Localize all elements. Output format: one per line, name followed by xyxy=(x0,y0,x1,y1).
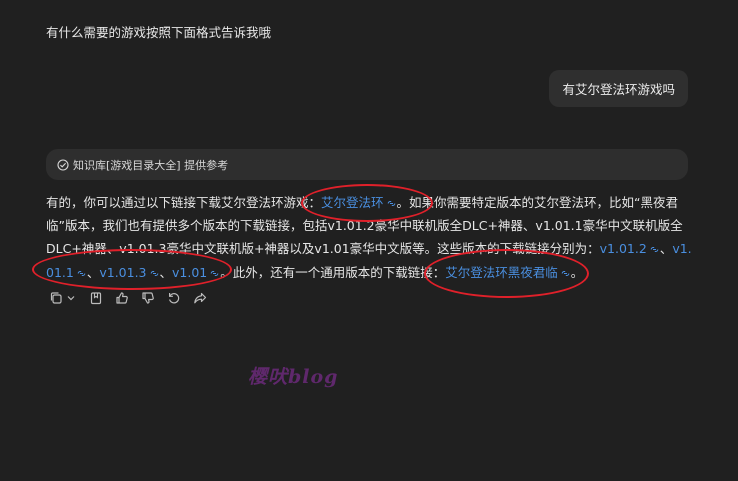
external-link-icon xyxy=(650,238,659,253)
download-link-elden-ring[interactable]: 艾尔登法环 xyxy=(321,195,397,210)
share-icon[interactable] xyxy=(192,290,208,306)
chevron-down-icon[interactable] xyxy=(66,293,76,303)
knowledge-reference-label: 知识库[游戏目录大全] 提供参考 xyxy=(73,158,229,172)
link-label: v1.01.2 xyxy=(599,241,647,257)
thumbs-down-icon[interactable] xyxy=(140,290,156,306)
assistant-answer: 有的，你可以通过以下链接下载艾尔登法环游戏：艾尔登法环 。如果你需要特定版本的艾尔… xyxy=(46,191,692,284)
prompt-text: 有什么需要的游戏按照下面格式告诉我哦 xyxy=(46,25,272,40)
download-link-elden-ring-nightreign[interactable]: 艾尔登法环黑夜君临 xyxy=(445,265,571,280)
external-link-icon xyxy=(210,262,219,276)
link-label: 艾尔登法环黑夜君临 xyxy=(445,264,558,280)
download-link-v1-01-2[interactable]: v1.01.2 xyxy=(600,241,660,256)
user-message-bubble: 有艾尔登法环游戏吗 xyxy=(549,70,688,107)
link-label: v1.01.3 xyxy=(99,264,147,280)
thumbs-up-icon[interactable] xyxy=(114,290,130,306)
external-link-icon xyxy=(561,262,570,276)
answer-separator: 、 xyxy=(659,241,673,257)
answer-text: 。 xyxy=(570,264,584,280)
answer-separator: 、 xyxy=(86,264,100,280)
knowledge-reference-bar[interactable]: 知识库[游戏目录大全] 提供参考 xyxy=(46,149,688,180)
link-label: v1.01 xyxy=(172,264,208,280)
external-link-icon xyxy=(77,262,86,276)
download-link-v1-01-3[interactable]: v1.01.3 xyxy=(99,265,159,280)
copy-menu[interactable] xyxy=(48,290,76,306)
external-link-icon xyxy=(150,262,159,276)
answer-separator: 、 xyxy=(159,264,173,280)
message-action-toolbar xyxy=(48,290,218,306)
chat-page: 有什么需要的游戏按照下面格式告诉我哦 有艾尔登法环游戏吗 知识库[游戏目录大全]… xyxy=(0,0,738,481)
regenerate-icon[interactable] xyxy=(166,290,182,306)
link-label: 艾尔登法环 xyxy=(321,195,384,210)
answer-text: 。此外，还有一个通用版本的下载链接： xyxy=(220,264,446,280)
download-link-v1-01[interactable]: v1.01 xyxy=(172,265,220,280)
watermark-text: 樱吠blog xyxy=(248,366,339,388)
copy-icon[interactable] xyxy=(48,290,64,306)
check-circle-icon xyxy=(57,158,69,171)
external-link-icon xyxy=(387,192,396,206)
answer-text: 有的，你可以通过以下链接下载艾尔登法环游戏： xyxy=(46,195,322,210)
bookmark-icon[interactable] xyxy=(88,290,104,306)
